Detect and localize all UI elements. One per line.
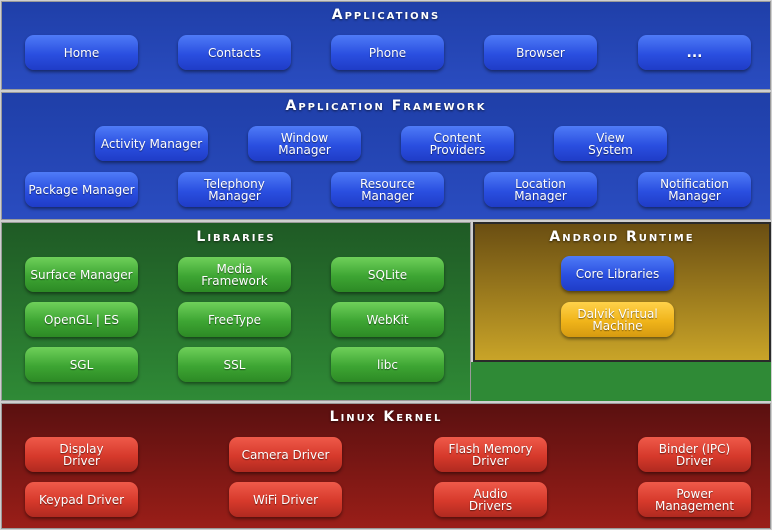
- lib-sgl[interactable]: SGL: [25, 347, 138, 382]
- kernel-audio-drivers[interactable]: Audio Drivers: [434, 482, 547, 517]
- app-contacts[interactable]: Contacts: [178, 35, 291, 70]
- lib-opengl-es[interactable]: OpenGL | ES: [25, 302, 138, 337]
- fw-activity-manager[interactable]: Activity Manager: [95, 126, 208, 161]
- kernel-keypad-driver[interactable]: Keypad Driver: [25, 482, 138, 517]
- fw-telephony-manager[interactable]: Telephony Manager: [178, 172, 291, 207]
- kernel-wifi-driver[interactable]: WiFi Driver: [229, 482, 342, 517]
- kernel-flash-memory-driver[interactable]: Flash Memory Driver: [434, 437, 547, 472]
- fw-notification-manager[interactable]: Notification Manager: [638, 172, 751, 207]
- kernel-binder-driver[interactable]: Binder (IPC) Driver: [638, 437, 751, 472]
- framework-title: Application Framework: [285, 98, 487, 114]
- lib-freetype[interactable]: FreeType: [178, 302, 291, 337]
- fw-content-providers[interactable]: Content Providers: [401, 126, 514, 161]
- runtime-title: Android Runtime: [549, 229, 695, 245]
- fw-resource-manager[interactable]: Resource Manager: [331, 172, 444, 207]
- kernel-power-management[interactable]: Power Management: [638, 482, 751, 517]
- app-phone[interactable]: Phone: [331, 35, 444, 70]
- lib-media-framework[interactable]: Media Framework: [178, 257, 291, 292]
- rt-dalvik-vm[interactable]: Dalvik Virtual Machine: [561, 302, 674, 337]
- fw-location-manager[interactable]: Location Manager: [484, 172, 597, 207]
- fw-window-manager[interactable]: Window Manager: [248, 126, 361, 161]
- app-more[interactable]: ...: [638, 35, 751, 70]
- libraries-title: Libraries: [196, 229, 276, 245]
- lib-ssl[interactable]: SSL: [178, 347, 291, 382]
- lib-sqlite[interactable]: SQLite: [331, 257, 444, 292]
- fw-view-system[interactable]: View System: [554, 126, 667, 161]
- runtime-layer: Android Runtime: [473, 222, 771, 362]
- libraries-layer-extension: [471, 362, 771, 401]
- kernel-title: Linux Kernel: [329, 409, 443, 425]
- lib-webkit[interactable]: WebKit: [331, 302, 444, 337]
- rt-core-libraries[interactable]: Core Libraries: [561, 256, 674, 291]
- lib-surface-manager[interactable]: Surface Manager: [25, 257, 138, 292]
- kernel-camera-driver[interactable]: Camera Driver: [229, 437, 342, 472]
- kernel-display-driver[interactable]: Display Driver: [25, 437, 138, 472]
- app-home[interactable]: Home: [25, 35, 138, 70]
- fw-package-manager[interactable]: Package Manager: [25, 172, 138, 207]
- lib-libc[interactable]: libc: [331, 347, 444, 382]
- app-browser[interactable]: Browser: [484, 35, 597, 70]
- applications-title: Applications: [331, 7, 441, 23]
